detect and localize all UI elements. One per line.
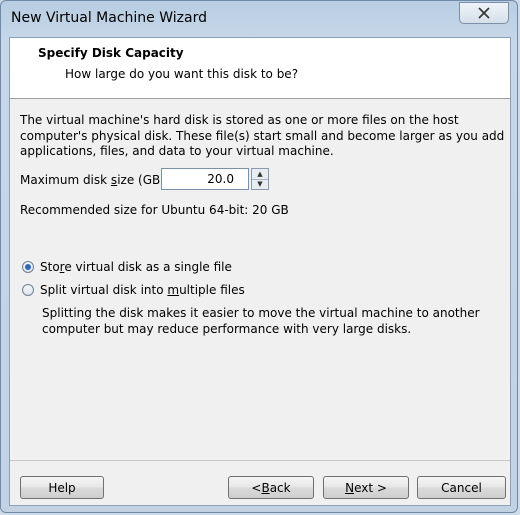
window-title: New Virtual Machine Wizard: [11, 10, 207, 26]
spin-down-icon[interactable]: ▼: [252, 179, 268, 189]
recommended-size: Recommended size for Ubuntu 64-bit: 20 G…: [20, 203, 289, 217]
close-icon: [478, 7, 490, 19]
single-file-label: Store virtual disk as a single file: [40, 260, 232, 274]
cancel-button[interactable]: Cancel: [417, 476, 506, 499]
title-bar: New Virtual Machine Wizard: [1, 1, 517, 37]
single-file-radio[interactable]: [22, 261, 34, 273]
split-files-option[interactable]: Split virtual disk into multiple files: [22, 283, 245, 297]
disk-size-label: Maximum disk size (GB):: [20, 173, 169, 187]
back-button[interactable]: < Back: [228, 476, 314, 499]
help-button[interactable]: Help: [20, 476, 104, 499]
page-title: Specify Disk Capacity: [38, 46, 184, 60]
disk-description: The virtual machine's hard disk is store…: [20, 113, 505, 158]
close-button[interactable]: [459, 2, 509, 24]
split-note: Splitting the disk makes it easier to mo…: [42, 306, 480, 336]
footer-divider: [10, 460, 510, 461]
disk-size-spinner[interactable]: ▲ ▼: [251, 168, 269, 190]
split-files-radio[interactable]: [22, 284, 34, 296]
disk-size-input[interactable]: [161, 168, 249, 190]
page-subtitle: How large do you want this disk to be?: [65, 67, 299, 81]
split-files-label: Split virtual disk into multiple files: [40, 283, 245, 297]
wizard-header: Specify Disk Capacity How large do you w…: [10, 38, 510, 99]
single-file-option[interactable]: Store virtual disk as a single file: [22, 260, 232, 274]
next-button[interactable]: Next >: [323, 476, 409, 499]
wizard-content: Specify Disk Capacity How large do you w…: [9, 37, 511, 506]
wizard-window: New Virtual Machine Wizard Specify Disk …: [0, 0, 518, 513]
radio-selected-dot: [25, 264, 31, 270]
